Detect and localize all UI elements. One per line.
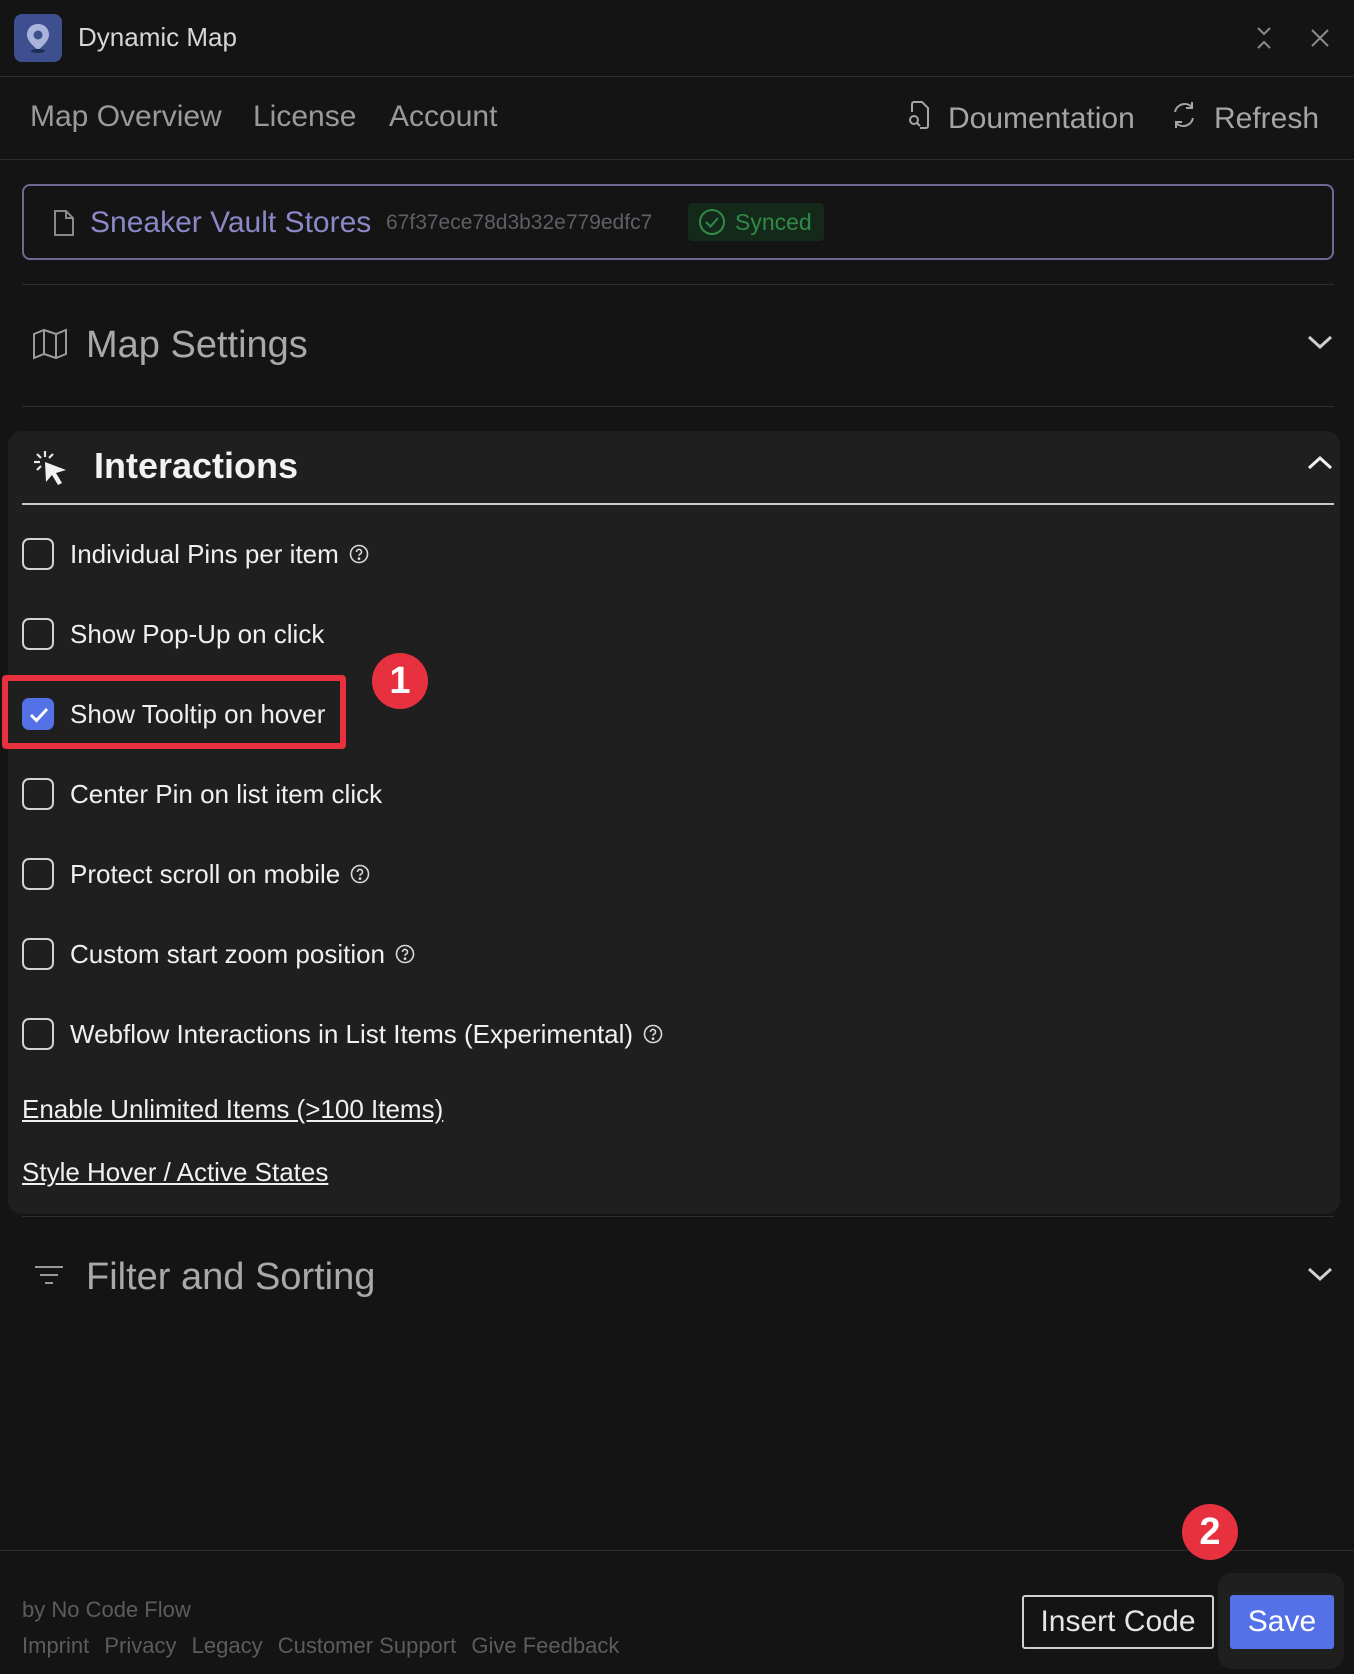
option-label: Show Pop-Up on click: [70, 618, 325, 649]
option-popup-on-click[interactable]: Show Pop-Up on click: [22, 614, 324, 654]
documentation-label: Doumentation: [948, 102, 1135, 135]
cursor-click-icon: [32, 449, 70, 492]
option-individual-pins[interactable]: Individual Pins per item: [22, 534, 369, 574]
documentation-link[interactable]: Doumentation: [906, 100, 1135, 138]
option-label: Custom start zoom position: [70, 938, 386, 969]
refresh-label: Refresh: [1214, 102, 1320, 135]
nav-license[interactable]: License: [253, 100, 356, 134]
save-button[interactable]: Save: [1230, 1595, 1334, 1649]
option-center-pin[interactable]: Center Pin on list item click: [22, 774, 382, 814]
filter-sorting-header[interactable]: Filter and Sorting: [22, 1238, 1334, 1318]
annotation-step-1: 1: [372, 653, 428, 709]
option-custom-zoom[interactable]: Custom start zoom position: [22, 934, 415, 974]
help-icon: [395, 944, 415, 964]
divider: [22, 284, 1334, 285]
annotation-highlight-box: [2, 675, 346, 749]
title-bar: Dynamic Map: [0, 0, 1354, 77]
help-icon: [643, 1024, 663, 1044]
document-search-icon: [906, 100, 932, 138]
map-icon: [32, 328, 68, 365]
footer-link-privacy[interactable]: Privacy: [104, 1633, 176, 1658]
app-title: Dynamic Map: [78, 22, 237, 52]
collection-selector[interactable]: Sneaker Vault Stores 67f37ece78d3b32e779…: [22, 184, 1334, 260]
file-icon: [52, 208, 76, 243]
option-protect-scroll[interactable]: Protect scroll on mobile: [22, 854, 370, 894]
help-icon: [349, 544, 369, 564]
chevron-up-icon[interactable]: [1306, 453, 1334, 478]
refresh-icon: [1170, 100, 1198, 138]
checkbox[interactable]: [22, 618, 54, 650]
top-nav: Map Overview License Account Doumentatio…: [0, 78, 1354, 160]
collection-name: Sneaker Vault Stores: [90, 206, 372, 239]
help-icon: [350, 864, 370, 884]
divider: [22, 406, 1334, 407]
checkbox[interactable]: [22, 778, 54, 810]
interactions-title: Interactions: [94, 445, 299, 486]
filter-sorting-title: Filter and Sorting: [86, 1256, 376, 1298]
map-settings-title: Map Settings: [86, 324, 308, 366]
collapse-icon[interactable]: [1250, 24, 1278, 52]
map-settings-header[interactable]: Map Settings: [22, 306, 1334, 386]
chevron-down-icon[interactable]: [1306, 1264, 1334, 1289]
interactions-header[interactable]: Interactions: [22, 431, 1334, 505]
nav-account[interactable]: Account: [389, 100, 497, 134]
insert-code-button[interactable]: Insert Code: [1022, 1595, 1214, 1649]
option-label: Center Pin on list item click: [70, 778, 383, 809]
enable-unlimited-link[interactable]: Enable Unlimited Items (>100 Items): [22, 1094, 443, 1125]
chevron-down-icon[interactable]: [1306, 332, 1334, 357]
style-states-link[interactable]: Style Hover / Active States: [22, 1157, 328, 1188]
synced-label: Synced: [735, 208, 812, 235]
footer-link-feedback[interactable]: Give Feedback: [471, 1633, 619, 1658]
footer-links: Imprint Privacy Legacy Customer Support …: [22, 1633, 628, 1659]
checkbox[interactable]: [22, 538, 54, 570]
annotation-step-2: 2: [1182, 1504, 1238, 1560]
option-webflow-interactions[interactable]: Webflow Interactions in List Items (Expe…: [22, 1014, 663, 1054]
option-label: Individual Pins per item: [70, 538, 339, 569]
close-icon[interactable]: [1306, 24, 1334, 52]
checkbox[interactable]: [22, 1018, 54, 1050]
nav-map-overview[interactable]: Map Overview: [30, 100, 222, 134]
footer-link-legacy[interactable]: Legacy: [192, 1633, 263, 1658]
option-label: Protect scroll on mobile: [70, 858, 341, 889]
checkbox[interactable]: [22, 858, 54, 890]
app-logo-icon: [14, 14, 62, 62]
footer-credit: by No Code Flow: [22, 1597, 191, 1622]
check-circle-icon: [699, 209, 725, 235]
collection-id: 67f37ece78d3b32e779edfc7: [386, 211, 653, 234]
filter-icon: [32, 1260, 66, 1295]
option-label: Webflow Interactions in List Items (Expe…: [70, 1018, 634, 1049]
refresh-button[interactable]: Refresh: [1170, 100, 1319, 138]
footer: by No Code Flow Imprint Privacy Legacy C…: [0, 1550, 1354, 1674]
synced-badge: Synced: [688, 203, 824, 241]
footer-link-support[interactable]: Customer Support: [278, 1633, 457, 1658]
checkbox[interactable]: [22, 938, 54, 970]
divider: [22, 1216, 1334, 1217]
footer-link-imprint[interactable]: Imprint: [22, 1633, 89, 1658]
